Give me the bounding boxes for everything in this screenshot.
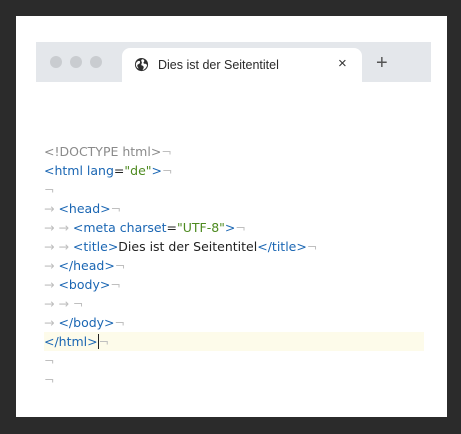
tag: </html> [44, 334, 98, 349]
tag-open: <title> [72, 239, 119, 254]
attr-name: lang [86, 163, 114, 178]
code-line-6: → → <title>Dies ist der Seitentitel</tit… [44, 237, 434, 256]
attr-value: "UTF-8" [176, 220, 225, 235]
tab-marker: → [44, 258, 59, 273]
window-zoom-dot[interactable] [90, 56, 102, 68]
attr-eq: = [113, 163, 125, 178]
tab-marker: → → [44, 220, 73, 235]
eol-marker: ¬ [162, 163, 173, 178]
new-tab-button[interactable]: + [376, 53, 388, 73]
globe-icon [134, 57, 149, 72]
doctype-text: <!DOCTYPE html> [44, 144, 162, 159]
eol-marker: ¬ [72, 296, 84, 311]
browser-tab[interactable]: Dies ist der Seitentitel × [122, 48, 362, 82]
eol-marker: ¬ [110, 201, 122, 216]
code-line-13: ¬ [44, 370, 434, 389]
eol-marker: ¬ [44, 182, 55, 197]
eol-marker: ¬ [44, 372, 55, 387]
tag-open: <html [44, 163, 87, 178]
tag-close: > [224, 220, 236, 235]
eol-marker: ¬ [235, 220, 246, 235]
tab-marker: → [44, 277, 59, 292]
attr-value: "de" [124, 163, 152, 178]
tag-open: <meta [72, 220, 120, 235]
code-line-2: <html lang="de">¬ [44, 161, 434, 180]
tag: </head> [58, 258, 115, 273]
attr-eq: = [166, 220, 177, 235]
code-line-5: → → <meta charset="UTF-8">¬ [44, 218, 434, 237]
code-line-3: ¬ [44, 180, 434, 199]
code-line-12: ¬ [44, 351, 434, 370]
tab-marker: → → [44, 239, 73, 254]
eol-marker: ¬ [114, 315, 126, 330]
code-line-7: → </head>¬ [44, 256, 434, 275]
code-editor[interactable]: <!DOCTYPE html>¬ <html lang="de">¬ ¬ → <… [44, 142, 434, 389]
window-close-dot[interactable] [50, 56, 62, 68]
title-text: Dies ist der Seitentitel [118, 239, 258, 254]
eol-marker: ¬ [161, 144, 172, 159]
tab-marker: → → [44, 296, 73, 311]
tab-marker: → [44, 315, 59, 330]
code-line-10: → </body>¬ [44, 313, 434, 332]
eol-marker: ¬ [114, 258, 126, 273]
window-minimize-dot[interactable] [70, 56, 82, 68]
eol-marker: ¬ [44, 353, 55, 368]
code-line-9: → → ¬ [44, 294, 434, 313]
tag-close: </title> [257, 239, 307, 254]
code-line-8: → <body>¬ [44, 275, 434, 294]
tab-title: Dies ist der Seitentitel [158, 58, 279, 72]
attr-name: charset [119, 220, 167, 235]
eol-marker: ¬ [306, 239, 318, 254]
tag-close: > [151, 163, 163, 178]
code-line-1: <!DOCTYPE html>¬ [44, 142, 434, 161]
tag: <head> [58, 201, 111, 216]
eol-marker: ¬ [110, 277, 121, 292]
tag: <body> [58, 277, 111, 292]
code-line-4: → <head>¬ [44, 199, 434, 218]
tab-close-icon[interactable]: × [338, 56, 347, 72]
tag: </body> [58, 315, 115, 330]
code-line-11: </html>¬ [44, 332, 424, 351]
eol-marker: ¬ [98, 334, 110, 349]
tab-marker: → [44, 201, 59, 216]
